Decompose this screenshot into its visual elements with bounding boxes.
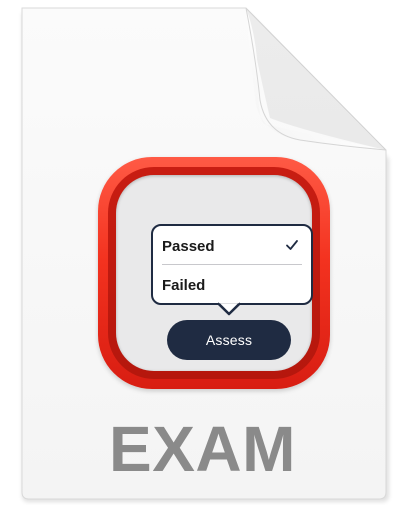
option-passed[interactable]: Passed — [153, 227, 311, 265]
assess-button[interactable]: Assess — [167, 320, 291, 360]
option-divider — [162, 264, 302, 265]
checkmark-icon — [285, 238, 299, 252]
result-popover: Passed Failed — [151, 224, 313, 305]
assess-button-label: Assess — [205, 332, 253, 348]
option-failed-label: Failed — [162, 276, 206, 294]
document-icon: Passed Failed Assess EXAM — [0, 0, 405, 505]
app-icon-plate: Passed Failed Assess — [116, 175, 313, 371]
exam-assessment-icon: Passed Failed Assess — [98, 157, 330, 389]
option-failed[interactable]: Failed — [153, 266, 311, 304]
file-type-label: EXAM — [109, 413, 296, 485]
option-passed-label: Passed — [162, 237, 215, 255]
